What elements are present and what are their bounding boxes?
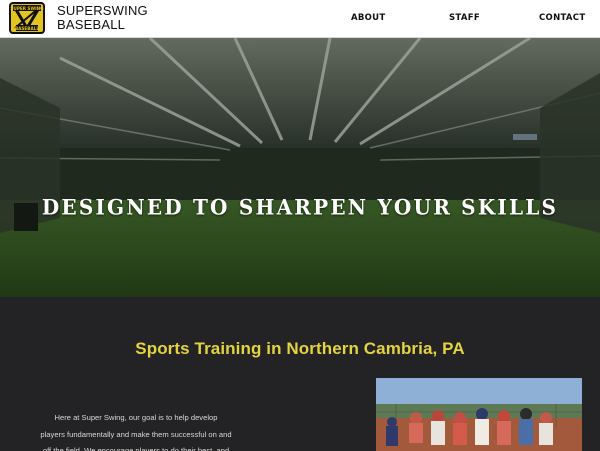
nav-about[interactable]: ABOUT bbox=[351, 13, 385, 23]
logo-icon: SUPER SWING BASEBALL bbox=[9, 2, 45, 34]
brand-name[interactable]: SUPERSWING BASEBALL bbox=[57, 4, 148, 32]
logo-bottom-text: BASEBALL bbox=[15, 26, 39, 31]
intro-section: Sports Training in Northern Cambria, PA … bbox=[0, 297, 600, 451]
team-photo-image bbox=[376, 378, 582, 451]
team-photo bbox=[376, 378, 582, 451]
intro-line: off the field. We encourage players to d… bbox=[42, 446, 230, 451]
nav-staff[interactable]: STAFF bbox=[449, 13, 480, 23]
site-header: SUPER SWING BASEBALL SUPERSWING BASEBALL… bbox=[0, 0, 600, 38]
logo-top-text: SUPER SWING bbox=[10, 6, 44, 11]
section-title: Sports Training in Northern Cambria, PA bbox=[135, 339, 465, 358]
brand-line-2: BASEBALL bbox=[57, 17, 126, 32]
hero-title: DESIGNED TO SHARPEN YOUR SKILLS bbox=[41, 194, 559, 220]
brand-line-1: SUPERSWING bbox=[57, 3, 148, 18]
nav-contact[interactable]: CONTACT bbox=[539, 13, 585, 23]
logo[interactable]: SUPER SWING BASEBALL bbox=[7, 1, 47, 35]
hero-banner: DESIGNED TO SHARPEN YOUR SKILLS bbox=[0, 38, 600, 297]
intro-line: players fundamentally and make them succ… bbox=[40, 429, 232, 439]
intro-line: Here at Super Swing, our goal is to help… bbox=[54, 413, 218, 422]
hero-background-image bbox=[0, 38, 600, 297]
intro-paragraph: Here at Super Swing, our goal is to help… bbox=[18, 410, 254, 451]
